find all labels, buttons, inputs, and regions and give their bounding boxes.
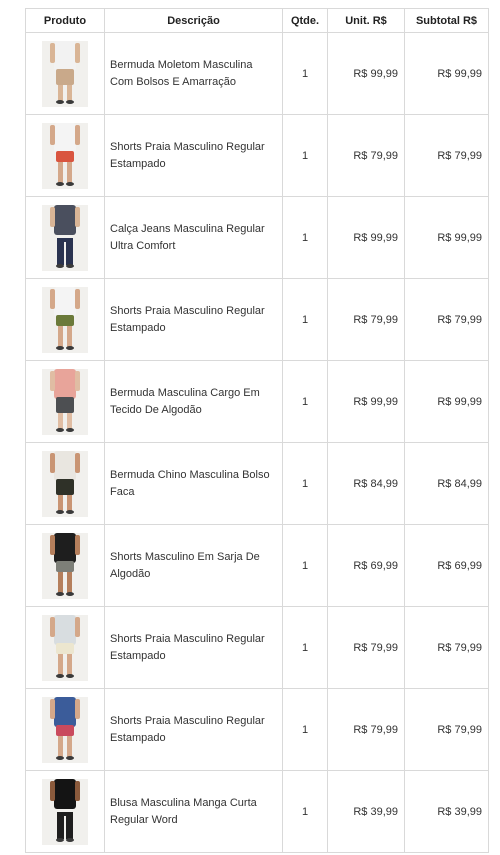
product-photo[interactable]	[42, 286, 88, 353]
product-unit-price: R$ 79,99	[327, 278, 405, 361]
product-photo[interactable]	[42, 204, 88, 271]
table-row: Bermuda Masculina Cargo Em Tecido De Alg…	[25, 360, 489, 443]
header-product: Produto	[25, 8, 105, 33]
product-quantity: 1	[282, 196, 328, 279]
table-header-row: Produto Descrição Qtde. Unit. R$ Subtota…	[25, 8, 489, 33]
product-photo[interactable]	[42, 696, 88, 763]
product-photo[interactable]	[42, 450, 88, 517]
order-items-table: Produto Descrição Qtde. Unit. R$ Subtota…	[25, 8, 489, 853]
table-row: Shorts Praia Masculino Regular Estampado…	[25, 688, 489, 771]
product-unit-price: R$ 79,99	[327, 606, 405, 689]
product-image-cell	[25, 32, 105, 115]
product-photo[interactable]	[42, 40, 88, 107]
product-unit-price: R$ 39,99	[327, 770, 405, 853]
product-subtotal: R$ 79,99	[404, 606, 489, 689]
product-description: Shorts Praia Masculino Regular Estampado	[104, 606, 283, 689]
product-subtotal: R$ 84,99	[404, 442, 489, 525]
header-description: Descrição	[104, 8, 283, 33]
product-quantity: 1	[282, 360, 328, 443]
product-photo[interactable]	[42, 122, 88, 189]
product-description: Blusa Masculina Manga Curta Regular Word	[104, 770, 283, 853]
product-photo[interactable]	[42, 368, 88, 435]
product-photo[interactable]	[42, 532, 88, 599]
product-quantity: 1	[282, 770, 328, 853]
product-quantity: 1	[282, 32, 328, 115]
product-unit-price: R$ 79,99	[327, 114, 405, 197]
product-quantity: 1	[282, 114, 328, 197]
product-image-cell	[25, 524, 105, 607]
product-subtotal: R$ 79,99	[404, 688, 489, 771]
table-row: Shorts Masculino Em Sarja De Algodão 1 R$ …	[25, 524, 489, 607]
table-row: Blusa Masculina Manga Curta Regular Word…	[25, 770, 489, 853]
product-photo[interactable]	[42, 778, 88, 845]
product-quantity: 1	[282, 278, 328, 361]
product-description: Bermuda Chino Masculina Bolso Faca	[104, 442, 283, 525]
header-subtotal: Subtotal R$	[404, 8, 489, 33]
order-table-container: Produto Descrição Qtde. Unit. R$ Subtota…	[25, 8, 489, 853]
product-description: Shorts Masculino Em Sarja De Algodão	[104, 524, 283, 607]
product-photo[interactable]	[42, 614, 88, 681]
product-subtotal: R$ 99,99	[404, 196, 489, 279]
product-image-cell	[25, 688, 105, 771]
product-image-cell	[25, 114, 105, 197]
product-subtotal: R$ 39,99	[404, 770, 489, 853]
table-row: Shorts Praia Masculino Regular Estampado…	[25, 278, 489, 361]
product-description: Bermuda Moletom Masculina Com Bolsos E A…	[104, 32, 283, 115]
header-qty: Qtde.	[282, 8, 328, 33]
product-quantity: 1	[282, 688, 328, 771]
product-unit-price: R$ 69,99	[327, 524, 405, 607]
product-image-cell	[25, 196, 105, 279]
product-quantity: 1	[282, 524, 328, 607]
table-row: Bermuda Chino Masculina Bolso Faca 1 R$ 84…	[25, 442, 489, 525]
table-row: Bermuda Moletom Masculina Com Bolsos E A…	[25, 32, 489, 115]
product-quantity: 1	[282, 442, 328, 525]
product-quantity: 1	[282, 606, 328, 689]
product-subtotal: R$ 69,99	[404, 524, 489, 607]
product-image-cell	[25, 770, 105, 853]
product-description: Calça Jeans Masculina Regular Ultra Comf…	[104, 196, 283, 279]
product-description: Bermuda Masculina Cargo Em Tecido De Alg…	[104, 360, 283, 443]
product-description: Shorts Praia Masculino Regular Estampado	[104, 688, 283, 771]
product-description: Shorts Praia Masculino Regular Estampado	[104, 114, 283, 197]
product-unit-price: R$ 99,99	[327, 360, 405, 443]
product-unit-price: R$ 79,99	[327, 688, 405, 771]
product-unit-price: R$ 99,99	[327, 196, 405, 279]
table-row: Shorts Praia Masculino Regular Estampado…	[25, 114, 489, 197]
product-unit-price: R$ 99,99	[327, 32, 405, 115]
product-image-cell	[25, 278, 105, 361]
product-image-cell	[25, 606, 105, 689]
product-subtotal: R$ 99,99	[404, 360, 489, 443]
header-unit-price: Unit. R$	[327, 8, 405, 33]
product-subtotal: R$ 79,99	[404, 278, 489, 361]
product-unit-price: R$ 84,99	[327, 442, 405, 525]
product-image-cell	[25, 360, 105, 443]
product-subtotal: R$ 99,99	[404, 32, 489, 115]
product-description: Shorts Praia Masculino Regular Estampado	[104, 278, 283, 361]
product-subtotal: R$ 79,99	[404, 114, 489, 197]
table-row: Shorts Praia Masculino Regular Estampado…	[25, 606, 489, 689]
product-image-cell	[25, 442, 105, 525]
table-row: Calça Jeans Masculina Regular Ultra Comf…	[25, 196, 489, 279]
